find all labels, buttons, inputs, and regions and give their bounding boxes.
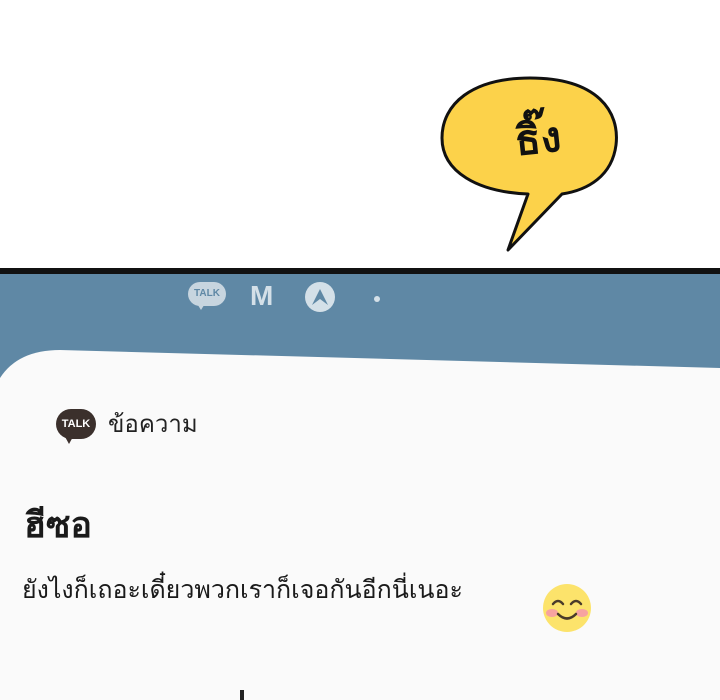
navigation-icon — [305, 282, 335, 312]
gmail-icon: M — [250, 280, 274, 311]
cropped-text-fragment — [240, 690, 244, 700]
kakaotalk-icon: TALK — [188, 282, 226, 306]
app-name: ข้อความ — [108, 410, 198, 438]
kakaotalk-icon-tail — [196, 302, 206, 310]
kakaotalk-icon-label: TALK — [61, 417, 91, 430]
notification-header: TALK ข้อความ — [56, 404, 198, 444]
speech-bubble — [440, 76, 618, 252]
sound-effect-text: ธิ๊ง — [512, 111, 564, 166]
kakaotalk-icon-tail — [64, 434, 74, 444]
notification-card[interactable] — [0, 340, 720, 700]
smiling-face-icon — [543, 584, 591, 632]
kakaotalk-icon: TALK — [56, 408, 96, 444]
sender-name: ฮีซอ — [24, 505, 93, 546]
dot-icon — [374, 296, 380, 302]
message-text: ยังไงก็เถอะเดี๋ยวพวกเราก็เจอกันอีกนี่เนอ… — [22, 575, 463, 604]
